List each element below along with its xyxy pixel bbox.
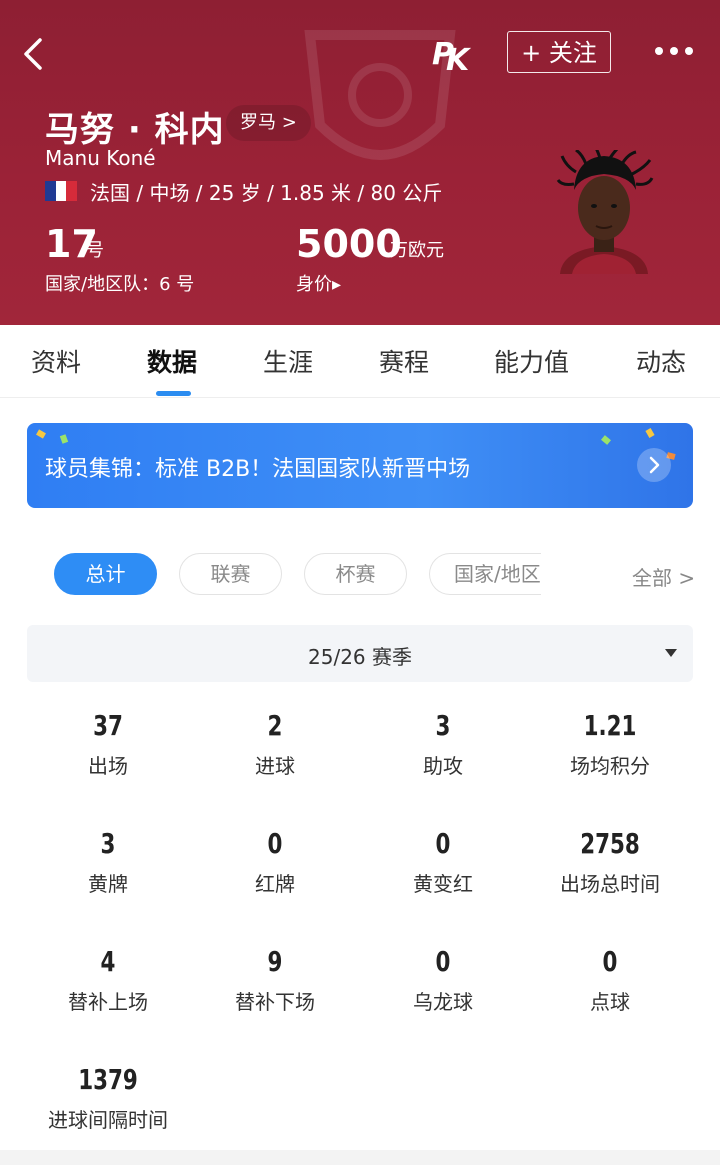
active-tab-indicator [156, 391, 191, 396]
back-arrow-icon[interactable] [20, 36, 50, 72]
stat-value: 37 [93, 709, 123, 742]
stat-label: 出场 [88, 754, 128, 778]
filter-cup[interactable]: 杯赛 [304, 553, 407, 595]
caret-down-icon [665, 649, 677, 657]
stat-value: 0 [602, 945, 618, 978]
stat-cell: 37 出场 [23, 709, 193, 779]
stat-label: 进球 [255, 754, 295, 778]
stat-label: 进球间隔时间 [48, 1108, 168, 1132]
season-select[interactable]: 25/26 赛季 [27, 625, 693, 682]
stat-value: 2 [267, 709, 283, 742]
stat-label: 红牌 [255, 872, 295, 896]
stat-value: 3 [435, 709, 451, 742]
stat-value: 0 [435, 827, 451, 860]
stat-value: 3 [100, 827, 116, 860]
svg-text:K: K [446, 43, 472, 72]
stat-cell: 2 进球 [190, 709, 360, 779]
stat-cell: 3 黄牌 [23, 827, 193, 897]
tab-stats[interactable]: 数据 [147, 343, 197, 379]
stat-value: 1379 [78, 1063, 138, 1096]
market-value-link[interactable]: 身价▸ [296, 270, 341, 296]
tab-news[interactable]: 动态 [636, 343, 686, 379]
season-selected-value: 25/26 赛季 [308, 645, 412, 669]
more-options-icon[interactable] [654, 44, 694, 58]
tab-profile[interactable]: 资料 [31, 343, 81, 379]
national-team-number: 国家/地区队：6 号 [45, 274, 195, 295]
player-name: 马努 · 科内 [45, 110, 225, 150]
filter-national-team[interactable]: 国家/地区 [429, 553, 541, 595]
club-link[interactable]: 罗马 > [226, 105, 311, 141]
confetti-decoration [601, 435, 611, 445]
tab-bar: 资料 数据 生涯 赛程 能力值 动态 [0, 325, 720, 398]
stat-cell: 2758 出场总时间 [525, 827, 695, 897]
stat-cell: 0 乌龙球 [358, 945, 528, 1015]
player-header: P K + 关注 马努 · 科内 罗马 > Manu Koné 法国 / 中场 … [0, 0, 720, 325]
stat-label: 出场总时间 [560, 872, 660, 896]
highlights-banner[interactable]: 球员集锦：标准 B2B！法国国家队新晋中场 [27, 423, 693, 508]
stat-cell: 9 替补下场 [190, 945, 360, 1015]
stat-label: 黄牌 [88, 872, 128, 896]
market-value: 5000 [296, 222, 402, 266]
stat-value: 9 [267, 945, 283, 978]
stat-label: 点球 [590, 990, 630, 1014]
stat-cell: 0 点球 [525, 945, 695, 1015]
stat-cell: 0 黄变红 [358, 827, 528, 897]
banner-title: 球员集锦：标准 B2B！法国国家队新晋中场 [45, 457, 471, 482]
stat-label: 乌龙球 [413, 990, 473, 1014]
player-avatar [556, 150, 654, 274]
stat-label: 助攻 [423, 754, 463, 778]
tab-schedule[interactable]: 赛程 [379, 343, 429, 379]
confetti-decoration [36, 429, 46, 439]
stat-value: 1.21 [583, 709, 637, 742]
confetti-decoration [59, 434, 69, 444]
tab-ability[interactable]: 能力值 [494, 343, 569, 379]
stat-label: 黄变红 [413, 872, 473, 896]
player-info: 法国 / 中场 / 25 岁 / 1.85 米 / 80 公斤 [90, 181, 443, 205]
stat-value: 0 [435, 945, 451, 978]
france-flag-icon [45, 181, 78, 201]
filter-total[interactable]: 总计 [54, 553, 157, 595]
pk-logo-icon[interactable]: P K [432, 34, 474, 72]
stat-value: 2758 [580, 827, 640, 860]
stat-cell: 0 红牌 [190, 827, 360, 897]
stat-value: 4 [100, 945, 116, 978]
stat-cell: 4 替补上场 [23, 945, 193, 1015]
stat-value: 0 [267, 827, 283, 860]
filter-all-link[interactable]: 全部 > [632, 562, 695, 591]
market-value-unit: 万欧元 [390, 240, 444, 261]
shirt-number-unit: 号 [86, 240, 104, 261]
confetti-decoration [645, 428, 655, 438]
stat-label: 场均积分 [570, 754, 650, 778]
stat-cell: 1379 进球间隔时间 [23, 1063, 193, 1133]
chevron-right-icon[interactable] [637, 448, 671, 482]
stat-cell: 1.21 场均积分 [525, 709, 695, 779]
stat-label: 替补上场 [68, 990, 148, 1014]
player-english-name: Manu Koné [45, 146, 156, 170]
filter-league[interactable]: 联赛 [179, 553, 282, 595]
follow-button[interactable]: + 关注 [507, 31, 611, 73]
stat-cell: 3 助攻 [358, 709, 528, 779]
bottom-spacer [0, 1150, 720, 1165]
stat-label: 替补下场 [235, 990, 315, 1014]
tab-career[interactable]: 生涯 [263, 343, 313, 379]
